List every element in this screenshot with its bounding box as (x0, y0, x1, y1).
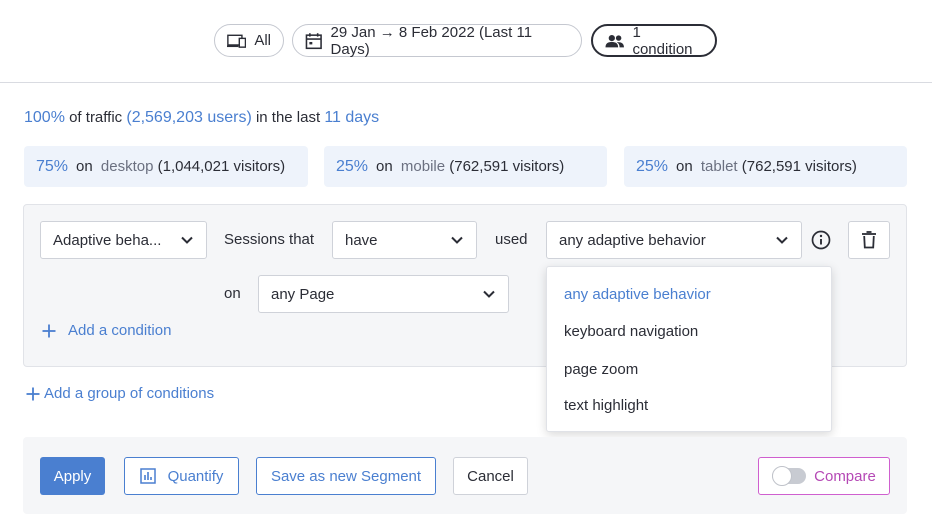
device-stat-tablet: 25% on tablet (762,591 visitors) (624, 146, 907, 187)
device-stat-kind: desktop (100, 158, 154, 175)
traffic-users: (2,569,203 users) (126, 109, 252, 126)
quantify-button[interactable]: Quantify (124, 457, 239, 495)
device-stat-desktop: 75% on desktop (1,044,021 visitors) (24, 146, 308, 187)
dropdown-option-text-highlight[interactable]: text highlight (564, 397, 648, 414)
date-range-button[interactable]: 29 Jan → 8 Feb 2022 (Last 11 Days) (292, 23, 582, 58)
behavior-value: any adaptive behavior (559, 231, 706, 249)
chevron-down-icon (181, 236, 193, 244)
conditions-label: 1 condition (632, 23, 693, 58)
device-stat-kind: mobile (400, 158, 446, 175)
cancel-button[interactable]: Cancel (453, 457, 528, 495)
traffic-percent: 100% (24, 109, 65, 126)
traffic-of-label: of traffic (69, 109, 123, 126)
chevron-down-icon (451, 236, 463, 244)
info-icon[interactable] (810, 229, 832, 251)
dropdown-option-page-zoom[interactable]: page zoom (564, 361, 638, 378)
add-group-link[interactable]: Add a group of conditions (26, 385, 214, 402)
device-stat-percent: 25% (636, 157, 669, 175)
add-group-label: Add a group of conditions (44, 385, 215, 402)
behavior-select[interactable]: any adaptive behavior (546, 221, 802, 259)
dropdown-option-keyboard-navigation[interactable]: keyboard navigation (564, 323, 698, 340)
device-stat-mobile: 25% on mobile (762,591 visitors) (324, 146, 607, 187)
device-filter-label: All (254, 32, 271, 49)
compare-button[interactable]: Compare (758, 457, 890, 495)
traffic-in-last-label: in the last (255, 109, 321, 126)
delete-condition-button[interactable] (848, 221, 890, 259)
users-icon (605, 34, 624, 47)
trash-icon (862, 231, 876, 249)
add-condition-label: Add a condition (68, 322, 172, 339)
device-stat-on: on (376, 158, 393, 175)
conditions-button[interactable]: 1 condition (591, 23, 717, 58)
sessions-that-label: Sessions that (224, 231, 315, 248)
add-condition-link[interactable]: Add a condition (42, 322, 171, 339)
page-select[interactable]: any Page (258, 275, 509, 313)
save-segment-label: Save as new Segment (270, 467, 422, 485)
condition-type-value: Adaptive beha... (53, 231, 162, 249)
quantify-label: Quantify (167, 467, 224, 485)
filter-bar: All 29 Jan → 8 Feb 2022 (Last 11 Days) 1… (0, 0, 932, 83)
dropdown-option-any-adaptive-behavior[interactable]: any adaptive behavior (564, 286, 711, 303)
plus-icon (26, 387, 40, 400)
chevron-down-icon (776, 236, 788, 244)
traffic-summary: 100% of traffic (2,569,203 users) in the… (24, 109, 379, 127)
apply-button[interactable]: Apply (40, 457, 105, 495)
have-select[interactable]: have (332, 221, 477, 259)
plus-icon (42, 324, 56, 337)
device-stat-visitors: (1,044,021 visitors) (157, 158, 286, 175)
page-value: any Page (271, 285, 335, 303)
device-filter-button[interactable]: All (214, 24, 284, 57)
compare-label: Compare (814, 467, 876, 485)
apply-label: Apply (53, 467, 92, 485)
device-stat-percent: 25% (336, 157, 369, 175)
traffic-days: 11 days (324, 109, 380, 126)
chart-icon (139, 468, 156, 484)
on-label: on (224, 285, 241, 302)
date-range-label: 29 Jan → 8 Feb 2022 (Last 11 Days) (330, 23, 533, 58)
devices-icon (227, 34, 247, 48)
behavior-dropdown-menu: any adaptive behavior keyboard navigatio… (546, 266, 832, 432)
chevron-down-icon (483, 290, 495, 298)
device-stat-on: on (676, 158, 693, 175)
device-stat-visitors: (762,591 visitors) (449, 158, 565, 175)
device-stat-on: on (76, 158, 93, 175)
used-label: used (495, 231, 528, 248)
device-stat-percent: 75% (36, 157, 69, 175)
have-value: have (345, 231, 378, 249)
compare-toggle[interactable] (772, 466, 807, 486)
condition-type-select[interactable]: Adaptive beha... (40, 221, 207, 259)
toggle-knob (772, 466, 793, 486)
save-segment-button[interactable]: Save as new Segment (256, 457, 436, 495)
cancel-label: Cancel (467, 467, 514, 485)
calendar-icon (305, 32, 322, 49)
device-stat-kind: tablet (700, 158, 738, 175)
device-stat-visitors: (762,591 visitors) (741, 158, 857, 175)
